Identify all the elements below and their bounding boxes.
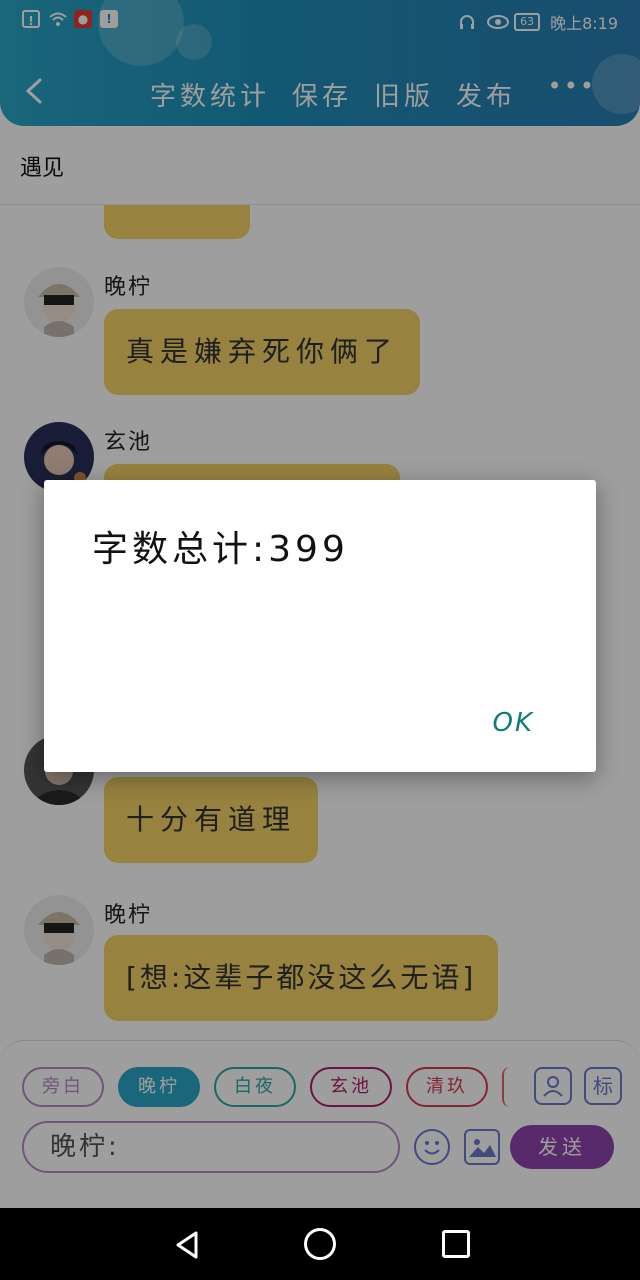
nav-bar — [0, 1208, 640, 1280]
nav-recents-button[interactable] — [442, 1230, 470, 1258]
word-count-dialog: 字数总计:399 OK — [44, 480, 596, 772]
nav-home-button[interactable] — [304, 1228, 336, 1260]
triangle-back-icon — [176, 1231, 198, 1259]
ok-button[interactable]: OK — [492, 708, 534, 738]
nav-back-button[interactable] — [172, 1230, 202, 1264]
dialog-message: 字数总计:399 — [92, 529, 349, 570]
